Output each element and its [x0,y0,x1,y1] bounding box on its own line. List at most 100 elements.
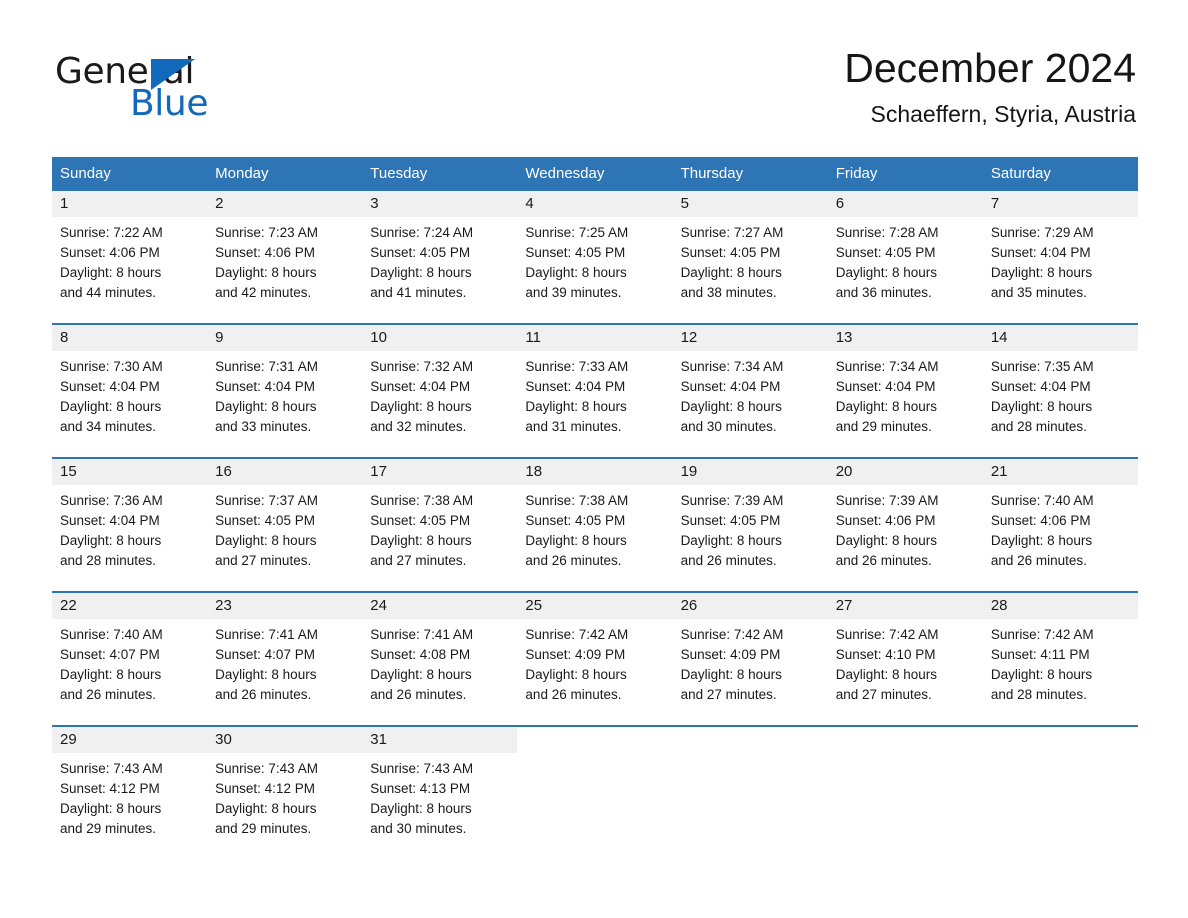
day-number: 23 [215,597,232,614]
daylight-text-line1: Daylight: 8 hours [990,533,1093,548]
generalblue-logo[interactable]: General Blue [55,52,315,130]
sunrise-text: Sunrise: 7:34 AM [680,359,784,374]
day-number: 8 [60,329,69,346]
day-details: Sunrise: 7:34 AM Sunset: 4:04 PM Dayligh… [673,351,828,441]
day-number: 9 [215,329,224,346]
daylight-text-line2: and 39 minutes. [525,285,622,300]
day-cell[interactable]: 20 Sunrise: 7:39 AM Sunset: 4:06 PM Dayl… [827,459,983,577]
daylight-text-line2: and 26 minutes. [215,687,312,702]
daylight-text-line1: Daylight: 8 hours [370,667,472,682]
day-number-band: 3 [362,191,518,217]
daylight-text-line2: and 26 minutes. [835,553,932,568]
sunset-text: Sunset: 4:07 PM [215,647,315,662]
day-cell[interactable]: 24 Sunrise: 7:41 AM Sunset: 4:08 PM Dayl… [362,593,518,711]
daylight-text-line1: Daylight: 8 hours [835,533,938,548]
day-cell[interactable]: 18 Sunrise: 7:38 AM Sunset: 4:05 PM Dayl… [517,459,673,577]
day-number: 19 [680,463,698,480]
day-cell[interactable]: 17 Sunrise: 7:38 AM Sunset: 4:05 PM Dayl… [362,459,518,577]
day-number-band: 24 [362,593,518,619]
day-details: Sunrise: 7:36 AM Sunset: 4:04 PM Dayligh… [52,485,207,575]
day-details: Sunrise: 7:30 AM Sunset: 4:04 PM Dayligh… [52,351,207,441]
day-details [673,753,828,763]
daylight-text-line2: and 31 minutes. [525,419,622,434]
day-cell[interactable]: 10 Sunrise: 7:32 AM Sunset: 4:04 PM Dayl… [362,325,518,443]
day-details: Sunrise: 7:24 AM Sunset: 4:05 PM Dayligh… [362,217,517,307]
daylight-text-line1: Daylight: 8 hours [525,399,627,414]
daylight-text-line1: Daylight: 8 hours [215,533,317,548]
sunset-text: Sunset: 4:05 PM [835,245,936,260]
day-cell[interactable]: 1 Sunrise: 7:22 AM Sunset: 4:06 PM Dayli… [52,191,208,309]
day-cell[interactable]: 9 Sunrise: 7:31 AM Sunset: 4:04 PM Dayli… [207,325,363,443]
day-cell[interactable]: 29 Sunrise: 7:43 AM Sunset: 4:12 PM Dayl… [52,727,208,845]
day-cell[interactable]: 23 Sunrise: 7:41 AM Sunset: 4:07 PM Dayl… [207,593,363,711]
daylight-text-line1: Daylight: 8 hours [215,667,317,682]
sunset-text: Sunset: 4:04 PM [990,379,1091,394]
daylight-text-line2: and 27 minutes. [370,553,467,568]
daylight-text-line2: and 44 minutes. [60,285,157,300]
sunset-text: Sunset: 4:05 PM [525,245,626,260]
day-cell[interactable]: 15 Sunrise: 7:36 AM Sunset: 4:04 PM Dayl… [52,459,208,577]
day-number: 10 [370,329,387,346]
day-cell[interactable]: 2 Sunrise: 7:23 AM Sunset: 4:06 PM Dayli… [207,191,363,309]
day-cell[interactable]: 3 Sunrise: 7:24 AM Sunset: 4:05 PM Dayli… [362,191,518,309]
day-details: Sunrise: 7:34 AM Sunset: 4:04 PM Dayligh… [828,351,983,441]
sunset-text: Sunset: 4:06 PM [990,513,1091,528]
day-number: 26 [680,597,698,614]
day-cell[interactable]: 12 Sunrise: 7:34 AM Sunset: 4:04 PM Dayl… [672,325,828,443]
day-number-band: 23 [207,593,363,619]
daylight-text-line1: Daylight: 8 hours [60,265,162,280]
day-cell[interactable]: 25 Sunrise: 7:42 AM Sunset: 4:09 PM Dayl… [517,593,673,711]
sunrise-text: Sunrise: 7:31 AM [215,359,318,374]
daylight-text-line1: Daylight: 8 hours [215,265,317,280]
sunset-text: Sunset: 4:09 PM [680,647,781,662]
day-details: Sunrise: 7:29 AM Sunset: 4:04 PM Dayligh… [983,217,1138,307]
day-cell[interactable]: 30 Sunrise: 7:43 AM Sunset: 4:12 PM Dayl… [207,727,363,845]
daylight-text-line1: Daylight: 8 hours [835,667,938,682]
sunrise-text: Sunrise: 7:24 AM [370,225,474,240]
day-cell[interactable]: 22 Sunrise: 7:40 AM Sunset: 4:07 PM Dayl… [52,593,208,711]
sunset-text: Sunset: 4:04 PM [370,379,471,394]
daylight-text-line2: and 26 minutes. [60,687,157,702]
daylight-text-line1: Daylight: 8 hours [525,533,627,548]
daylight-text-line2: and 33 minutes. [215,419,312,434]
day-cell[interactable]: 28 Sunrise: 7:42 AM Sunset: 4:11 PM Dayl… [982,593,1138,711]
day-cell[interactable]: 27 Sunrise: 7:42 AM Sunset: 4:10 PM Dayl… [827,593,983,711]
day-cell[interactable]: 26 Sunrise: 7:42 AM Sunset: 4:09 PM Dayl… [672,593,828,711]
day-cell[interactable]: 19 Sunrise: 7:39 AM Sunset: 4:05 PM Dayl… [672,459,828,577]
day-cell[interactable]: 8 Sunrise: 7:30 AM Sunset: 4:04 PM Dayli… [52,325,208,443]
day-number-band [827,727,983,753]
sunrise-text: Sunrise: 7:43 AM [60,761,163,776]
day-cell[interactable]: 4 Sunrise: 7:25 AM Sunset: 4:05 PM Dayli… [517,191,673,309]
day-number-band: 21 [982,459,1138,485]
sunrise-text: Sunrise: 7:33 AM [525,359,629,374]
daylight-text-line1: Daylight: 8 hours [60,533,162,548]
daylight-text-line2: and 27 minutes. [680,687,777,702]
daylight-text-line2: and 28 minutes. [60,553,157,568]
day-cell[interactable]: 6 Sunrise: 7:28 AM Sunset: 4:05 PM Dayli… [827,191,983,309]
day-number-band: 7 [982,191,1138,217]
day-cell[interactable]: 5 Sunrise: 7:27 AM Sunset: 4:05 PM Dayli… [672,191,828,309]
day-details: Sunrise: 7:42 AM Sunset: 4:10 PM Dayligh… [828,619,983,709]
day-cell[interactable]: 31 Sunrise: 7:43 AM Sunset: 4:13 PM Dayl… [362,727,518,845]
daylight-text-line2: and 30 minutes. [370,821,467,836]
sunset-text: Sunset: 4:06 PM [215,245,315,260]
logo-text-blue: Blue [130,83,209,124]
daylight-text-line1: Daylight: 8 hours [525,265,627,280]
daylight-text-line2: and 28 minutes. [990,419,1087,434]
day-cell[interactable]: 14 Sunrise: 7:35 AM Sunset: 4:04 PM Dayl… [982,325,1138,443]
sunset-text: Sunset: 4:04 PM [60,513,160,528]
day-cell[interactable]: 21 Sunrise: 7:40 AM Sunset: 4:06 PM Dayl… [982,459,1138,577]
day-details: Sunrise: 7:35 AM Sunset: 4:04 PM Dayligh… [983,351,1138,441]
day-number: 31 [370,731,387,748]
day-cell[interactable]: 13 Sunrise: 7:34 AM Sunset: 4:04 PM Dayl… [827,325,983,443]
daylight-text-line2: and 29 minutes. [215,821,312,836]
sunset-text: Sunset: 4:05 PM [680,245,781,260]
sunrise-text: Sunrise: 7:42 AM [990,627,1094,642]
day-cell-empty [517,727,673,845]
day-cell[interactable]: 11 Sunrise: 7:33 AM Sunset: 4:04 PM Dayl… [517,325,673,443]
day-cell[interactable]: 7 Sunrise: 7:29 AM Sunset: 4:04 PM Dayli… [982,191,1138,309]
day-cell[interactable]: 16 Sunrise: 7:37 AM Sunset: 4:05 PM Dayl… [207,459,363,577]
week-row: 15 Sunrise: 7:36 AM Sunset: 4:04 PM Dayl… [52,457,1138,577]
sunset-text: Sunset: 4:08 PM [370,647,471,662]
sunset-text: Sunset: 4:04 PM [525,379,626,394]
